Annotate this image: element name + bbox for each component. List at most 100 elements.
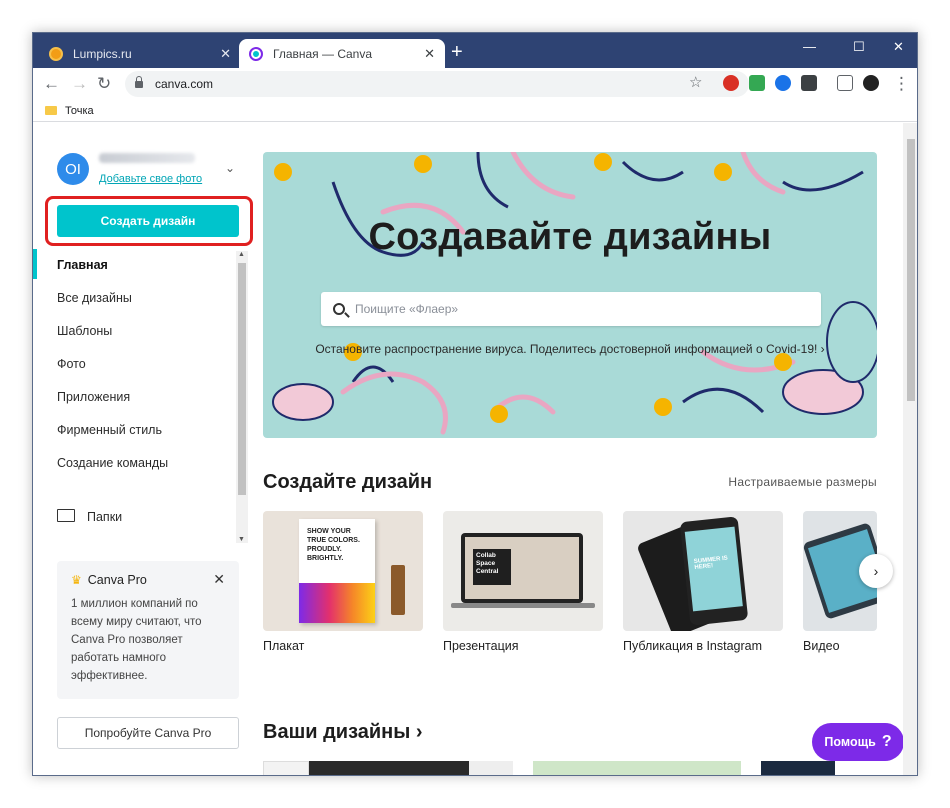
tab-strip: Lumpics.ru ✕ Главная — Canva ✕ + — ☐ ✕ — [33, 33, 917, 68]
scroll-up-icon[interactable]: ▲ — [238, 251, 245, 258]
tab-label: Главная — Canva — [273, 46, 373, 61]
help-button[interactable]: Помощь ? — [812, 723, 904, 761]
covid-note-link[interactable]: Остановите распространение вируса. Подел… — [315, 340, 825, 358]
avatar[interactable]: OI — [57, 153, 89, 185]
help-label: Помощь — [824, 735, 876, 749]
sidebar-item-apps[interactable]: Приложения — [57, 390, 130, 404]
pro-card-title: ♛ Canva Pro — [71, 573, 225, 587]
hero-title: Создавайте дизайны — [368, 216, 772, 258]
main-content: Создавайте дизайны Поищите «Флаер» Остан… — [251, 123, 917, 775]
card-presentation[interactable]: Collab Space Central — [443, 511, 603, 631]
phone-screen: SUMMER IS HERE! — [684, 526, 743, 612]
phone-image: SUMMER IS HERE! — [679, 516, 749, 626]
card-instagram[interactable]: SUMMER IS HERE! — [623, 511, 783, 631]
poster-color-blocks — [299, 583, 375, 623]
highlight-box — [45, 196, 253, 246]
profile-avatar[interactable] — [863, 75, 879, 91]
menu-icon[interactable]: ⋮ — [893, 75, 910, 93]
browser-toolbar: ← → ↻ canva.com ☆ ⋮ — [33, 68, 917, 100]
bookmark-tochka[interactable]: Точка — [65, 105, 94, 117]
box-extension-icon[interactable] — [801, 75, 817, 91]
add-photo-link[interactable]: Добавьте свое фото — [99, 173, 202, 185]
laptop-base-image — [451, 603, 595, 608]
design-thumbnail[interactable] — [263, 761, 309, 775]
pencil-cup-image — [391, 565, 405, 615]
card-label-video: Видео — [803, 639, 840, 653]
card-label-presentation: Презентация — [443, 639, 519, 653]
lumpics-favicon-icon — [49, 46, 63, 61]
tab-lumpics[interactable]: Lumpics.ru ✕ — [39, 39, 241, 68]
sidebar-scrollbar[interactable]: ▲ ▼ — [236, 251, 248, 543]
scrollbar-thumb[interactable] — [238, 263, 246, 495]
bookmarks-bar: Точка — [33, 100, 917, 122]
sidebar-item-all-designs[interactable]: Все дизайны — [57, 291, 132, 305]
pro-title-text: Canva Pro — [87, 573, 147, 587]
canva-page: OI Добавьте свое фото ⌄ Создать дизайн Г… — [33, 123, 917, 775]
vpn-extension-icon[interactable] — [775, 75, 791, 91]
sidebar-nav: Главная Все дизайны Шаблоны Фото Приложе… — [33, 247, 251, 545]
canva-pro-card: ♛ Canva Pro ✕ 1 миллион компаний по всем… — [57, 561, 239, 699]
card-label-instagram: Публикация в Instagram — [623, 639, 763, 653]
page-scrollbar[interactable] — [903, 123, 917, 775]
bookmark-star-icon[interactable]: ☆ — [689, 73, 702, 91]
blurred-username — [99, 153, 195, 163]
browser-window: Lumpics.ru ✕ Главная — Canva ✕ + — ☐ ✕ ←… — [32, 32, 918, 776]
carousel-next-button[interactable]: › — [859, 554, 893, 588]
crown-icon: ♛ — [71, 573, 82, 587]
your-designs-heading[interactable]: Ваши дизайны › — [263, 721, 423, 744]
poster-thumbnail: SHOW YOUR TRUE COLORS. PROUDLY. BRIGHTLY… — [299, 519, 375, 623]
design-thumbnail[interactable] — [309, 761, 469, 775]
sidebar-item-brand-kit[interactable]: Фирменный стиль — [57, 423, 162, 437]
close-icon[interactable]: ✕ — [213, 571, 225, 588]
sidebar-item-photos[interactable]: Фото — [57, 357, 86, 371]
folders-label: Папки — [87, 510, 123, 524]
forward-icon[interactable]: → — [71, 75, 88, 93]
design-thumbnail[interactable] — [469, 761, 513, 775]
active-indicator — [33, 249, 37, 279]
try-canva-pro-button[interactable]: Попробуйте Canva Pro — [57, 717, 239, 749]
search-icon — [333, 303, 345, 315]
designs-thumbnails — [263, 761, 877, 775]
url-text: canva.com — [155, 77, 214, 91]
slide-image: Collab Space Central — [465, 537, 579, 599]
back-icon[interactable]: ← — [43, 75, 60, 93]
folder-icon — [45, 106, 57, 115]
slide-title: Collab Space Central — [473, 549, 511, 585]
address-bar[interactable]: canva.com — [125, 71, 749, 97]
poster-text: SHOW YOUR TRUE COLORS. PROUDLY. BRIGHTLY… — [307, 528, 360, 562]
design-thumbnail[interactable] — [761, 761, 835, 775]
sidebar-item-create-team[interactable]: Создание команды — [57, 456, 168, 470]
pro-card-text: 1 миллион компаний по всему миру считают… — [71, 598, 202, 682]
sidebar-item-home[interactable]: Главная — [57, 258, 108, 272]
page-scrollbar-thumb[interactable] — [907, 139, 915, 401]
minimize-icon[interactable]: — — [803, 39, 816, 54]
custom-sizes-link[interactable]: Настраиваемые размеры — [728, 475, 877, 489]
scroll-down-icon[interactable]: ▼ — [238, 536, 245, 543]
music-extension-icon[interactable] — [749, 75, 765, 91]
reload-icon[interactable]: ↻ — [97, 75, 111, 93]
chevron-down-icon[interactable]: ⌄ — [225, 161, 235, 175]
card-poster[interactable]: SHOW YOUR TRUE COLORS. PROUDLY. BRIGHTLY… — [263, 511, 423, 631]
lock-icon — [135, 75, 143, 88]
tab-label: Lumpics.ru — [73, 46, 132, 61]
new-tab-icon[interactable]: + — [451, 42, 463, 62]
chevron-right-icon: › — [873, 563, 879, 579]
instagram-post-text: SUMMER IS HERE! — [693, 555, 729, 571]
search-placeholder: Поищите «Флаер» — [355, 302, 459, 316]
design-thumbnail[interactable] — [533, 761, 741, 775]
close-window-icon[interactable]: ✕ — [893, 39, 904, 55]
close-tab-icon[interactable]: ✕ — [220, 46, 231, 62]
canva-favicon-icon — [249, 46, 263, 61]
laptop-screen-image: Collab Space Central — [461, 533, 583, 603]
playlist-icon[interactable] — [837, 75, 853, 91]
maximize-icon[interactable]: ☐ — [853, 39, 865, 55]
extension-icon[interactable] — [723, 75, 739, 91]
question-icon: ? — [881, 733, 892, 750]
folder-icon — [57, 509, 75, 522]
close-tab-icon[interactable]: ✕ — [424, 46, 435, 62]
sidebar-item-templates[interactable]: Шаблоны — [57, 324, 112, 338]
sidebar: OI Добавьте свое фото ⌄ Создать дизайн Г… — [33, 123, 253, 775]
sidebar-item-folders[interactable]: Папки — [33, 509, 233, 529]
hero-search-input[interactable]: Поищите «Флаер» — [321, 292, 821, 326]
tab-canva[interactable]: Главная — Canva ✕ — [239, 39, 445, 68]
